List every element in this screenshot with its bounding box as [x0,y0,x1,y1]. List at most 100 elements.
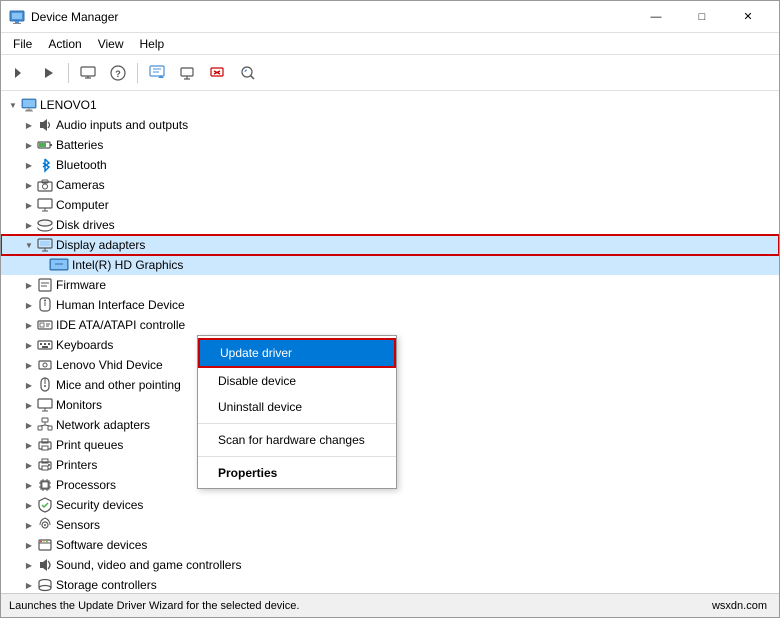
toolbar: ? [1,55,779,91]
close-button[interactable]: ✕ [725,1,771,33]
printqueues-expand-icon: ▶ [21,437,37,453]
monitor-icon [37,397,53,413]
toolbar-back[interactable] [5,59,33,87]
tree-item-bluetooth[interactable]: ▶ Bluetooth [1,155,779,175]
printqueues-label: Print queues [56,438,123,452]
ide-label: IDE ATA/ATAPI controlle [56,318,185,332]
intelhd-icon [49,257,69,273]
keyboard-icon [37,337,53,353]
software-icon [37,537,53,553]
toolbar-uninstall[interactable] [203,59,231,87]
svg-text:?: ? [115,69,121,79]
printqueue-icon [37,437,53,453]
tree-item-ide[interactable]: ▶ IDE ATA/ATAPI controlle [1,315,779,335]
status-bar: Launches the Update Driver Wizard for th… [1,593,779,617]
storage-label: Storage controllers [56,578,157,592]
intelhd-label: Intel(R) HD Graphics [72,258,183,272]
tree-item-displayadapters[interactable]: ▼ Display adapters [1,235,779,255]
forward-icon [41,65,57,81]
monitors-label: Monitors [56,398,102,412]
context-menu-uninstall[interactable]: Uninstall device [198,394,396,420]
minimize-button[interactable]: — [633,1,679,33]
processor-icon [37,477,53,493]
tree-item-batteries[interactable]: ▶ Batteries [1,135,779,155]
firmware-expand-icon: ▶ [21,277,37,293]
tree-root[interactable]: ▼ LENOVO1 [1,95,779,115]
printers-label: Printers [56,458,97,472]
toolbar-computer[interactable] [74,59,102,87]
update-icon [149,65,165,81]
printer-icon [37,457,53,473]
audio-label: Audio inputs and outputs [56,118,188,132]
tree-item-hid[interactable]: ▶ Human Interface Device [1,295,779,315]
mice-expand-icon: ▶ [21,377,37,393]
tree-item-computer[interactable]: ▶ Computer [1,195,779,215]
tree-item-security[interactable]: ▶ Security devices [1,495,779,515]
cameras-expand-icon: ▶ [21,177,37,193]
tree-item-intelhd[interactable]: Intel(R) HD Graphics [1,255,779,275]
tree-item-diskdrives[interactable]: ▶ Disk drives [1,215,779,235]
context-menu-update[interactable]: Update driver [198,338,396,368]
content-area[interactable]: ▼ LENOVO1 ▶ Audio inputs and outputs [1,91,779,593]
sensors-expand-icon: ▶ [21,517,37,533]
firmware-icon [37,277,53,293]
toolbar-help[interactable]: ? [104,59,132,87]
menu-help[interactable]: Help [132,35,173,53]
menu-view[interactable]: View [90,35,132,53]
diskdrives-label: Disk drives [56,218,115,232]
toolbar-device[interactable] [173,59,201,87]
status-text: Launches the Update Driver Wizard for th… [9,600,712,612]
sound-expand-icon: ▶ [21,557,37,573]
processors-label: Processors [56,478,116,492]
batteries-label: Batteries [56,138,103,152]
printers-expand-icon: ▶ [21,457,37,473]
main-window: Device Manager — □ ✕ File Action View He… [0,0,780,618]
bluetooth-expand-icon: ▶ [21,157,37,173]
tree-item-storage[interactable]: ▶ Storage controllers [1,575,779,593]
context-menu-disable[interactable]: Disable device [198,368,396,394]
bluetooth-label: Bluetooth [56,158,107,172]
audio-expand-icon: ▶ [21,117,37,133]
context-menu-properties[interactable]: Properties [198,460,396,486]
tree-item-cameras[interactable]: ▶ Cameras [1,175,779,195]
context-menu-scan[interactable]: Scan for hardware changes [198,427,396,453]
camera-icon [37,177,53,193]
menu-file[interactable]: File [5,35,40,53]
sensor-icon [37,517,53,533]
back-icon [11,65,27,81]
root-computer-icon [21,97,37,113]
ide-icon [37,317,53,333]
app-icon [9,9,25,25]
lenovovhid-label: Lenovo Vhid Device [56,358,163,372]
context-menu-separator-1 [198,423,396,424]
storage-icon [37,577,53,593]
menu-bar: File Action View Help [1,33,779,55]
computer-expand-icon: ▶ [21,197,37,213]
lenovovhid-expand-icon: ▶ [21,357,37,373]
sound-icon [37,557,53,573]
disk-icon [37,217,53,233]
software-label: Software devices [56,538,147,552]
toolbar-separator-1 [68,63,69,83]
toolbar-forward[interactable] [35,59,63,87]
security-icon [37,497,53,513]
tree-item-audio[interactable]: ▶ Audio inputs and outputs [1,115,779,135]
diskdrives-expand-icon: ▶ [21,217,37,233]
tree-item-firmware[interactable]: ▶ Firmware [1,275,779,295]
tree-item-sound[interactable]: ▶ Sound, video and game controllers [1,555,779,575]
sensors-label: Sensors [56,518,100,532]
cameras-label: Cameras [56,178,105,192]
toolbar-scan[interactable] [233,59,261,87]
processors-expand-icon: ▶ [21,477,37,493]
security-label: Security devices [56,498,143,512]
tree-item-software[interactable]: ▶ Software devices [1,535,779,555]
hid-label: Human Interface Device [56,298,185,312]
toolbar-update[interactable] [143,59,171,87]
displayadapters-expand-icon: ▼ [21,237,37,253]
lenovo-icon [37,357,53,373]
menu-action[interactable]: Action [40,35,89,53]
tree-item-sensors[interactable]: ▶ Sensors [1,515,779,535]
maximize-button[interactable]: □ [679,1,725,33]
battery-icon [37,137,53,153]
help-icon: ? [110,65,126,81]
